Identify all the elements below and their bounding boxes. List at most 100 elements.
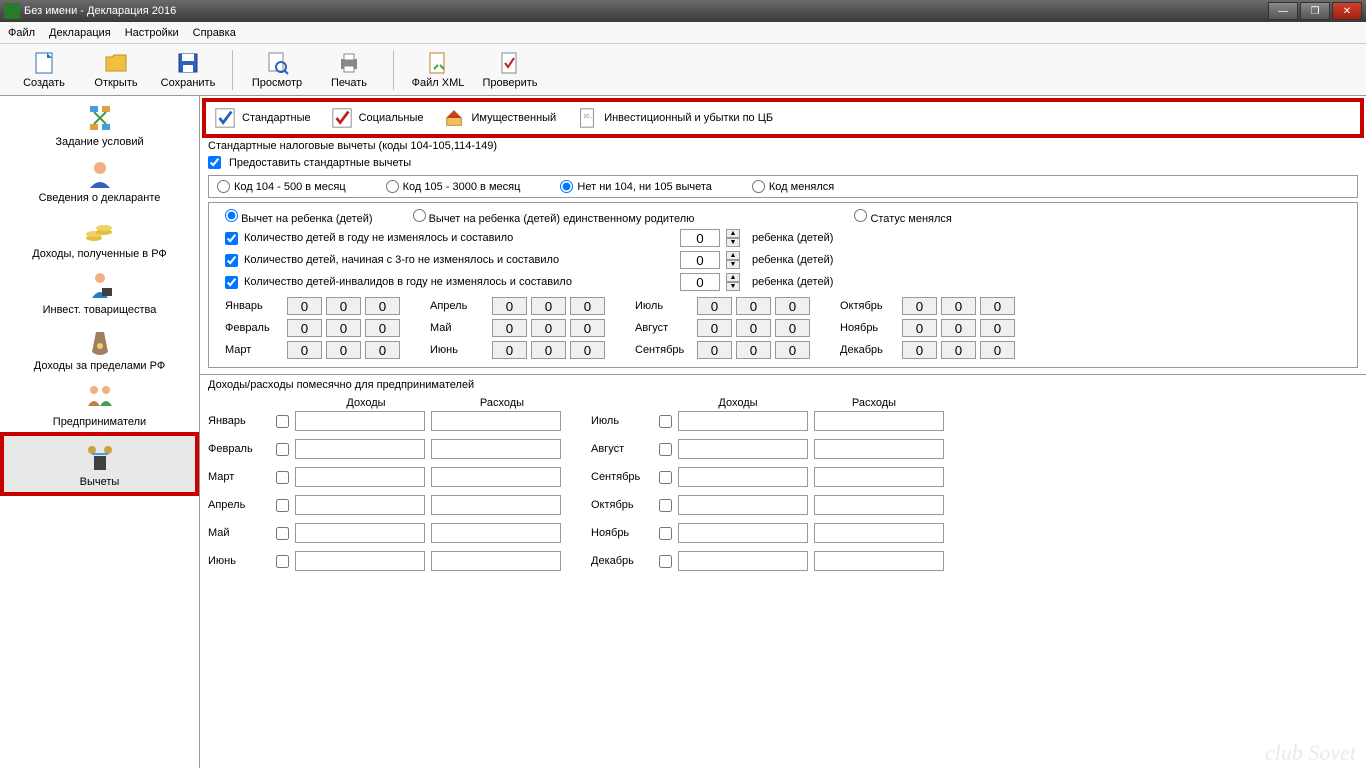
- save-button[interactable]: Сохранить: [154, 51, 222, 89]
- expense-input[interactable]: [431, 411, 561, 431]
- month-input[interactable]: [736, 341, 771, 359]
- radio-code-changed[interactable]: Код менялся: [752, 180, 834, 193]
- month-input[interactable]: [941, 341, 976, 359]
- income-month-checkbox[interactable]: [659, 471, 672, 484]
- spin-up[interactable]: ▲: [726, 229, 740, 238]
- month-input[interactable]: [902, 341, 937, 359]
- month-input[interactable]: [492, 319, 527, 337]
- income-month-checkbox[interactable]: [276, 527, 289, 540]
- open-button[interactable]: Открыть: [82, 51, 150, 89]
- income-input[interactable]: [295, 495, 425, 515]
- tab-standard[interactable]: Стандартные: [214, 107, 311, 129]
- income-input[interactable]: [678, 495, 808, 515]
- sidebar-item-declarant[interactable]: Сведения о декларанте: [0, 152, 199, 208]
- tab-investment[interactable]: 20.. Инвестиционный и убытки по ЦБ: [576, 107, 773, 129]
- month-input[interactable]: [736, 297, 771, 315]
- xml-button[interactable]: Файл XML: [404, 51, 472, 89]
- expense-input[interactable]: [814, 439, 944, 459]
- expense-input[interactable]: [814, 467, 944, 487]
- expense-input[interactable]: [814, 495, 944, 515]
- month-input[interactable]: [365, 341, 400, 359]
- income-input[interactable]: [678, 523, 808, 543]
- radio-child-deduction[interactable]: Вычет на ребенка (детей): [225, 209, 373, 225]
- month-input[interactable]: [775, 341, 810, 359]
- month-input[interactable]: [326, 319, 361, 337]
- sidebar-item-deductions[interactable]: Вычеты: [0, 432, 199, 496]
- expense-input[interactable]: [431, 495, 561, 515]
- income-month-checkbox[interactable]: [276, 471, 289, 484]
- radio-code-105[interactable]: Код 105 - 3000 в месяц: [386, 180, 521, 193]
- sidebar-item-conditions[interactable]: Задание условий: [0, 96, 199, 152]
- income-month-checkbox[interactable]: [659, 443, 672, 456]
- month-input[interactable]: [941, 319, 976, 337]
- sidebar-item-invest[interactable]: Инвест. товарищества: [0, 264, 199, 320]
- expense-input[interactable]: [431, 439, 561, 459]
- sidebar-item-entrepreneurs[interactable]: Предприниматели: [0, 376, 199, 432]
- tab-social[interactable]: Социальные: [331, 107, 424, 129]
- month-input[interactable]: [697, 297, 732, 315]
- maximize-button[interactable]: ❐: [1300, 2, 1330, 20]
- month-input[interactable]: [365, 319, 400, 337]
- month-input[interactable]: [326, 341, 361, 359]
- menu-declaration[interactable]: Декларация: [49, 27, 111, 39]
- expense-input[interactable]: [814, 411, 944, 431]
- expense-input[interactable]: [431, 523, 561, 543]
- expense-input[interactable]: [814, 551, 944, 571]
- spin-down[interactable]: ▼: [726, 260, 740, 269]
- check-button[interactable]: Проверить: [476, 51, 544, 89]
- menu-settings[interactable]: Настройки: [125, 27, 179, 39]
- create-button[interactable]: Создать: [10, 51, 78, 89]
- month-input[interactable]: [941, 297, 976, 315]
- preview-button[interactable]: Просмотр: [243, 51, 311, 89]
- month-input[interactable]: [902, 297, 937, 315]
- spin-down[interactable]: ▼: [726, 282, 740, 291]
- month-input[interactable]: [492, 297, 527, 315]
- month-input[interactable]: [775, 297, 810, 315]
- month-input[interactable]: [980, 319, 1015, 337]
- month-input[interactable]: [531, 297, 566, 315]
- income-input[interactable]: [678, 411, 808, 431]
- tab-property[interactable]: Имущественный: [443, 107, 556, 129]
- expense-input[interactable]: [814, 523, 944, 543]
- radio-code-104[interactable]: Код 104 - 500 в месяц: [217, 180, 346, 193]
- children-count-checkbox[interactable]: [225, 232, 238, 245]
- radio-single-parent[interactable]: Вычет на ребенка (детей) единственному р…: [413, 209, 695, 225]
- children-disabled-input[interactable]: [680, 273, 720, 291]
- income-month-checkbox[interactable]: [276, 499, 289, 512]
- expense-input[interactable]: [431, 551, 561, 571]
- month-input[interactable]: [570, 341, 605, 359]
- income-input[interactable]: [295, 551, 425, 571]
- income-month-checkbox[interactable]: [659, 415, 672, 428]
- month-input[interactable]: [570, 297, 605, 315]
- income-input[interactable]: [678, 439, 808, 459]
- month-input[interactable]: [980, 297, 1015, 315]
- income-month-checkbox[interactable]: [659, 499, 672, 512]
- spin-up[interactable]: ▲: [726, 251, 740, 260]
- close-button[interactable]: ✕: [1332, 2, 1362, 20]
- income-month-checkbox[interactable]: [659, 555, 672, 568]
- income-month-checkbox[interactable]: [276, 415, 289, 428]
- expense-input[interactable]: [431, 467, 561, 487]
- minimize-button[interactable]: —: [1268, 2, 1298, 20]
- sidebar-item-income-foreign[interactable]: Доходы за пределами РФ: [0, 320, 199, 376]
- month-input[interactable]: [365, 297, 400, 315]
- children-from-3rd-checkbox[interactable]: [225, 254, 238, 267]
- provide-deductions-checkbox[interactable]: [208, 156, 221, 169]
- income-month-checkbox[interactable]: [276, 443, 289, 456]
- month-input[interactable]: [287, 341, 322, 359]
- sidebar-item-income-rf[interactable]: Доходы, полученные в РФ: [0, 208, 199, 264]
- income-input[interactable]: [295, 439, 425, 459]
- income-input[interactable]: [678, 467, 808, 487]
- month-input[interactable]: [775, 319, 810, 337]
- spin-down[interactable]: ▼: [726, 238, 740, 247]
- month-input[interactable]: [287, 297, 322, 315]
- income-input[interactable]: [295, 523, 425, 543]
- radio-no-code[interactable]: Нет ни 104, ни 105 вычета: [560, 180, 711, 193]
- menu-file[interactable]: Файл: [8, 27, 35, 39]
- month-input[interactable]: [531, 319, 566, 337]
- month-input[interactable]: [902, 319, 937, 337]
- month-input[interactable]: [980, 341, 1015, 359]
- month-input[interactable]: [570, 319, 605, 337]
- income-month-checkbox[interactable]: [276, 555, 289, 568]
- menu-help[interactable]: Справка: [193, 27, 236, 39]
